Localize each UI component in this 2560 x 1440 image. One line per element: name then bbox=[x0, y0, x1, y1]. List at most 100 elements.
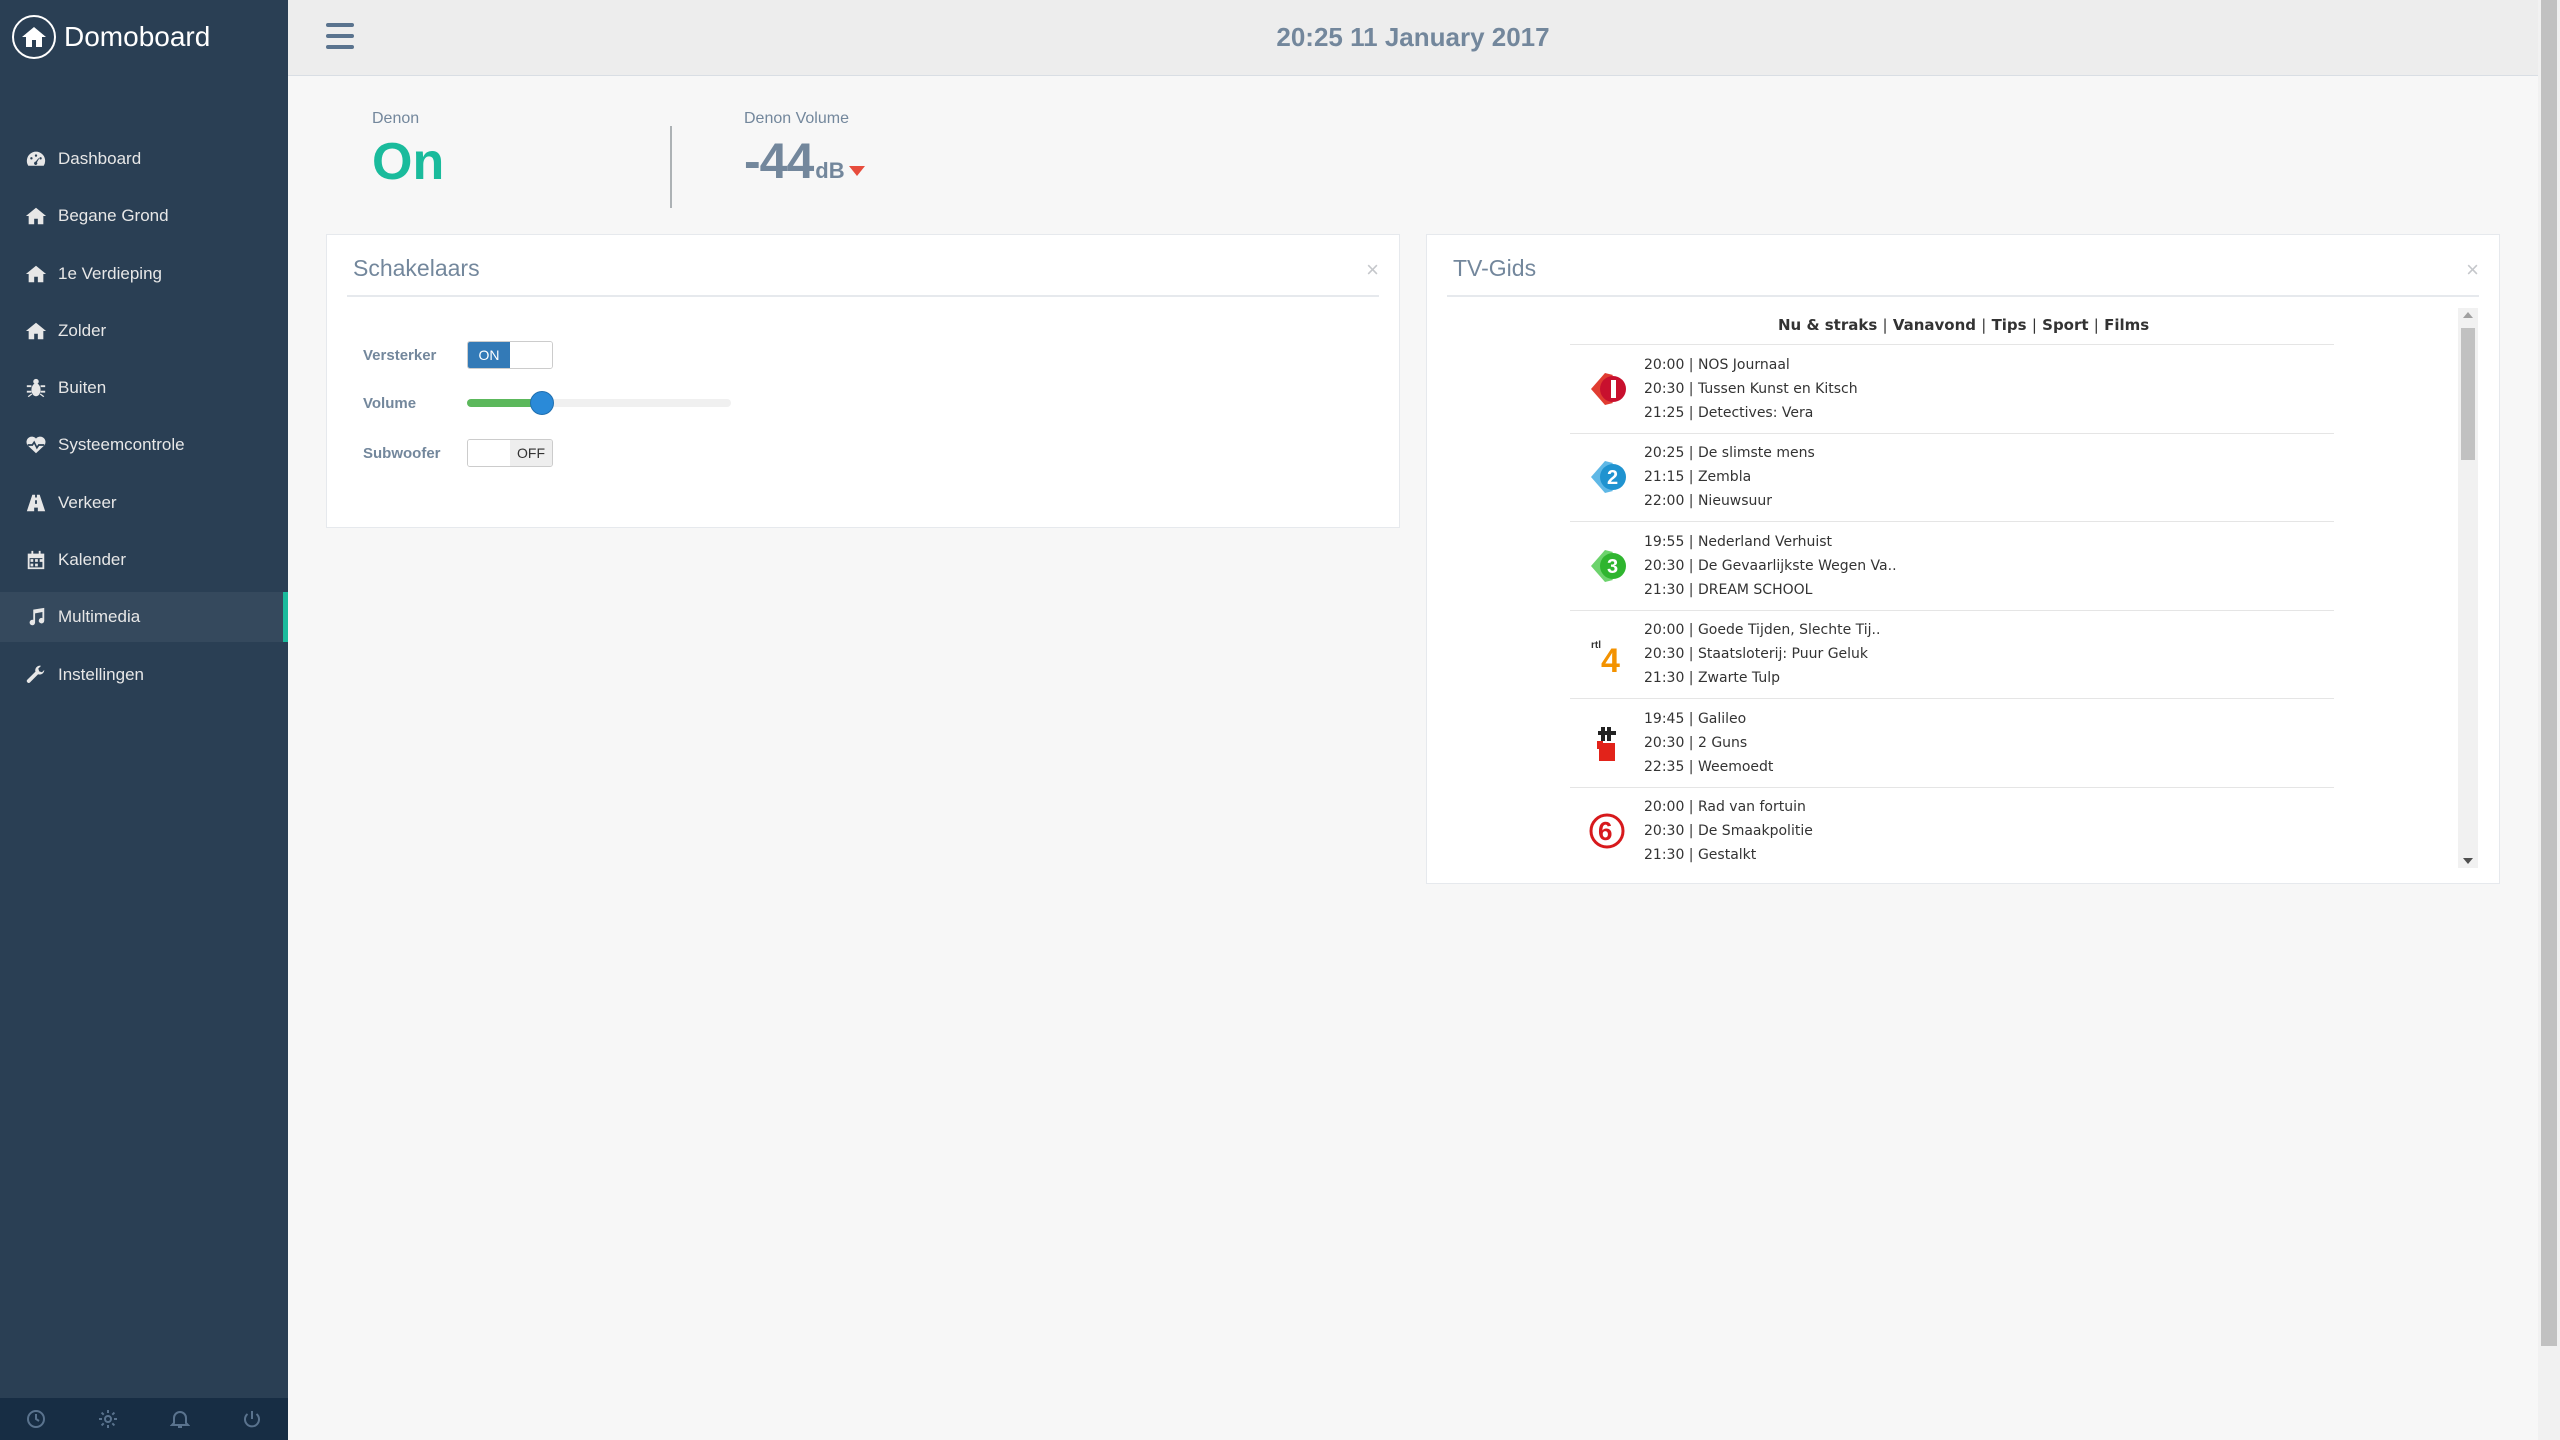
tv-nav-films[interactable]: Films bbox=[2104, 316, 2149, 334]
tv-program[interactable]: 22:35 | Weemoedt bbox=[1644, 759, 1773, 775]
clock-icon bbox=[27, 1410, 45, 1428]
tv-program[interactable]: 20:00 | NOS Journaal bbox=[1644, 357, 1858, 373]
clock-button[interactable] bbox=[0, 1398, 72, 1440]
tv-nav-separator: | bbox=[2031, 316, 2037, 334]
sidebar-item-label: Dashboard bbox=[58, 149, 142, 168]
tv-channel-row[interactable]: 2 20:25 | De slimste mens 21:15 | Zembla… bbox=[1570, 432, 2334, 522]
dashboard-icon bbox=[24, 147, 48, 171]
tv-program[interactable]: 20:30 | De Gevaarlijkste Wegen Va.. bbox=[1644, 558, 1897, 574]
sidebar-item-label: Systeemcontrole bbox=[58, 435, 185, 455]
scroll-down-icon[interactable] bbox=[2463, 858, 2473, 864]
tv-channel-row[interactable]: 20:00 | NOS Journaal 20:30 | Tussen Kuns… bbox=[1570, 344, 2334, 433]
page-scrollbar-thumb[interactable] bbox=[2541, 0, 2557, 1346]
tv-nav-separator: | bbox=[1882, 316, 1888, 334]
tv-channel-row[interactable]: 6 20:00 | Rad van fortuin 20:30 | De Sma… bbox=[1570, 786, 2334, 876]
switches-panel: Schakelaars × Versterker ON Volume Subwo… bbox=[326, 234, 1400, 528]
home-icon bbox=[24, 319, 48, 343]
switch-row-volume: Volume bbox=[363, 389, 731, 417]
tv-channel-row[interactable]: 19:45 | Galileo 20:30 | 2 Guns 22:35 | W… bbox=[1570, 698, 2334, 787]
tv-program[interactable]: 21:15 | Zembla bbox=[1644, 469, 1815, 485]
switches-panel-header: Schakelaars × bbox=[347, 235, 1379, 297]
denon-status: On bbox=[372, 133, 445, 191]
tv-program[interactable]: 20:30 | 2 Guns bbox=[1644, 735, 1773, 751]
tv-guide-scrollbar-thumb[interactable] bbox=[2461, 328, 2475, 460]
tv-guide-panel-header: TV-Gids × bbox=[1447, 235, 2479, 297]
sidebar-item-label: Instellingen bbox=[58, 664, 145, 684]
tv-program[interactable]: 19:55 | Nederland Verhuist bbox=[1644, 534, 1897, 550]
toggle-off-label: OFF bbox=[510, 440, 552, 466]
page-scrollbar[interactable] bbox=[2538, 0, 2560, 1440]
tv-guide-list: 20:00 | NOS Journaal 20:30 | Tussen Kuns… bbox=[1570, 344, 2334, 875]
scroll-up-icon[interactable] bbox=[2463, 312, 2473, 318]
wrench-icon bbox=[24, 663, 48, 687]
music-icon bbox=[24, 605, 48, 629]
header-clock: 20:25 11 January 2017 bbox=[1276, 22, 1550, 52]
tv-program[interactable]: 21:30 | Zwarte Tulp bbox=[1644, 670, 1880, 686]
sidebar-item-1e-verdieping[interactable]: 1e Verdieping bbox=[0, 249, 288, 299]
tv-program[interactable]: 20:30 | Staatsloterij: Puur Geluk bbox=[1644, 646, 1880, 662]
sidebar-menu: Dashboard Begane Grond 1e Verdieping Zol… bbox=[0, 134, 288, 700]
logout-button[interactable] bbox=[216, 1398, 288, 1440]
volume-slider[interactable] bbox=[467, 389, 731, 417]
tv-program[interactable]: 22:00 | Nieuwsuur bbox=[1644, 493, 1815, 509]
heartbeat-icon bbox=[24, 433, 48, 457]
road-icon bbox=[24, 491, 48, 515]
tv-program[interactable]: 21:30 | Gestalkt bbox=[1644, 847, 1813, 863]
sidebar: Domoboard Dashboard Begane Grond 1e Verd… bbox=[0, 0, 288, 1440]
sidebar-item-multimedia[interactable]: Multimedia bbox=[0, 592, 288, 643]
sidebar-item-label: Buiten bbox=[58, 378, 107, 398]
tv-channel-row[interactable]: rtl 4 20:00 | Goede Tijden, Slechte Tij..… bbox=[1570, 609, 2334, 699]
versterker-label: Versterker bbox=[363, 346, 437, 364]
tv-program[interactable]: 21:30 | DREAM SCHOOL bbox=[1644, 582, 1897, 598]
power-icon bbox=[244, 1411, 260, 1428]
sidebar-item-zolder[interactable]: Zolder bbox=[0, 306, 288, 356]
gear-icon bbox=[99, 1410, 117, 1428]
tv-program[interactable]: 19:45 | Galileo bbox=[1644, 711, 1773, 727]
sidebar-item-label: Verkeer bbox=[58, 492, 117, 512]
tv-program[interactable]: 20:25 | De slimste mens bbox=[1644, 445, 1815, 461]
brand[interactable]: Domoboard bbox=[0, 0, 288, 74]
tv-nav-separator: | bbox=[2093, 316, 2099, 334]
svg-text:6: 6 bbox=[1598, 816, 1612, 846]
app-title: Domoboard bbox=[64, 21, 211, 52]
sidebar-item-systeemcontrole[interactable]: Systeemcontrole bbox=[0, 420, 288, 470]
sidebar-item-begane-grond[interactable]: Begane Grond bbox=[0, 191, 288, 241]
tv-program[interactable]: 20:00 | Rad van fortuin bbox=[1644, 799, 1813, 815]
home-icon bbox=[24, 262, 48, 286]
svg-text:3: 3 bbox=[1607, 556, 1618, 578]
tv-program[interactable]: 21:25 | Detectives: Vera bbox=[1644, 405, 1858, 421]
notifications-button[interactable] bbox=[144, 1398, 216, 1440]
home-logo-icon bbox=[12, 15, 56, 59]
tv-guide-panel-title: TV-Gids bbox=[1453, 255, 1537, 281]
tv-channel-row[interactable]: 3 19:55 | Nederland Verhuist 20:30 | De … bbox=[1570, 521, 2334, 610]
denon-volume-value: -44 bbox=[744, 133, 814, 189]
subwoofer-label: Subwoofer bbox=[363, 444, 441, 462]
npo1-logo-icon bbox=[1570, 345, 1644, 433]
sidebar-item-instellingen[interactable]: Instellingen bbox=[0, 650, 288, 700]
tv-program[interactable]: 20:30 | Tussen Kunst en Kitsch bbox=[1644, 381, 1858, 397]
tv-nav-nu-straks[interactable]: Nu & straks bbox=[1778, 316, 1877, 334]
volume-slider-fill bbox=[467, 399, 539, 407]
bug-icon bbox=[24, 376, 48, 400]
tv-nav-vanavond[interactable]: Vanavond bbox=[1893, 316, 1976, 334]
versterker-toggle[interactable]: ON bbox=[467, 341, 553, 369]
tv-nav-sport[interactable]: Sport bbox=[2042, 316, 2088, 334]
tv-program[interactable]: 20:00 | Goede Tijden, Slechte Tij.. bbox=[1644, 622, 1880, 638]
switch-row-versterker: Versterker ON bbox=[363, 341, 553, 369]
sidebar-item-dashboard[interactable]: Dashboard bbox=[0, 134, 288, 184]
sidebar-item-label: Multimedia bbox=[58, 607, 141, 627]
sidebar-item-buiten[interactable]: Buiten bbox=[0, 363, 288, 413]
subwoofer-toggle[interactable]: OFF bbox=[467, 439, 553, 467]
tv-nav-tips[interactable]: Tips bbox=[1992, 316, 2027, 334]
close-icon[interactable]: × bbox=[1366, 257, 1379, 283]
denon-tile: Denon On bbox=[372, 110, 444, 210]
sidebar-item-verkeer[interactable]: Verkeer bbox=[0, 478, 288, 528]
tv-guide-scrollbar[interactable] bbox=[2458, 308, 2478, 868]
sidebar-item-kalender[interactable]: Kalender bbox=[0, 535, 288, 585]
close-icon[interactable]: × bbox=[2466, 257, 2479, 283]
tv-guide-nav: Nu & straks | Vanavond | Tips | Sport | … bbox=[1778, 316, 2149, 334]
tv-program[interactable]: 20:30 | De Smaakpolitie bbox=[1644, 823, 1813, 839]
denon-volume-tile: Denon Volume -44 dB bbox=[744, 110, 865, 210]
settings-button[interactable] bbox=[72, 1398, 144, 1440]
volume-slider-handle[interactable] bbox=[530, 391, 555, 415]
